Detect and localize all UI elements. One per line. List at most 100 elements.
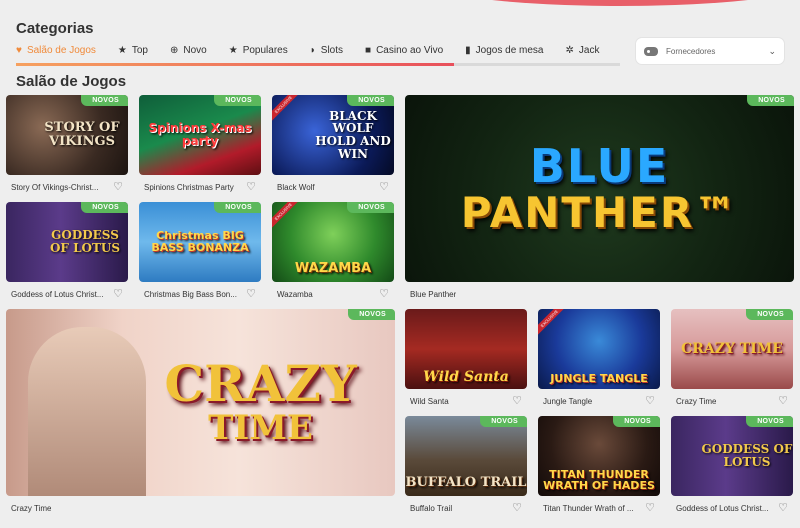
slot-icon: ◗ bbox=[309, 44, 316, 56]
star-icon: ★ bbox=[228, 44, 238, 56]
favorite-heart-icon[interactable]: ♡ bbox=[512, 502, 522, 514]
favorite-heart-icon[interactable]: ♡ bbox=[379, 181, 389, 193]
game-card[interactable]: BLACK WOLF HOLD AND WIN EXCLUSIVE NOVOS … bbox=[272, 95, 394, 195]
new-badge: NOVOS bbox=[347, 95, 394, 106]
favorite-heart-icon[interactable]: ♡ bbox=[778, 395, 788, 407]
new-badge: NOVOS bbox=[747, 95, 794, 106]
game-name: Jungle Tangle bbox=[543, 396, 593, 406]
tab-casino-ao-vivo[interactable]: ■ Casino ao Vivo bbox=[365, 40, 443, 62]
game-name: Crazy Time bbox=[676, 396, 717, 406]
game-art-title: TITAN THUNDER WRATH OF HADES bbox=[543, 467, 655, 493]
game-card[interactable]: TITAN THUNDER WRATH OF HADES NOVOS Titan… bbox=[538, 416, 660, 516]
game-name: Goddess of Lotus Christ... bbox=[11, 289, 104, 299]
game-card[interactable]: Spinions X-mas party NOVOS Spinions Chri… bbox=[139, 95, 261, 195]
game-art-subtitle: TIME bbox=[208, 407, 313, 448]
favorite-heart-icon[interactable]: ♡ bbox=[113, 288, 123, 300]
tab-top[interactable]: ★ Top bbox=[118, 40, 148, 62]
game-thumbnail[interactable]: GODDESS OF LOTUS NOVOS bbox=[6, 202, 128, 282]
game-card[interactable]: JUNGLE TANGLE EXCLUSIVE Jungle Tangle ♡ bbox=[538, 309, 660, 409]
category-tabs: ♥ Salão de Jogos ★ Top ⊕ Novo ★ Populare… bbox=[16, 38, 620, 66]
game-thumbnail[interactable]: CRAZY TIME NOVOS bbox=[671, 309, 793, 389]
game-thumbnail[interactable]: WAZAMBA EXCLUSIVE NOVOS bbox=[272, 202, 394, 282]
new-badge: NOVOS bbox=[348, 309, 395, 320]
game-card-large[interactable]: CRAZY TIME NOVOS Crazy Time bbox=[6, 309, 395, 516]
tab-jogos-de-mesa[interactable]: ▮ Jogos de mesa bbox=[465, 40, 543, 62]
categories-title: Categorias bbox=[16, 20, 94, 37]
game-art-title: BLACK WOLF HOLD AND WIN bbox=[315, 108, 391, 161]
game-thumbnail[interactable]: Spinions X-mas party NOVOS bbox=[139, 95, 261, 175]
chevron-down-icon: ⌄ bbox=[768, 45, 776, 56]
favorite-heart-icon[interactable]: ♡ bbox=[379, 288, 389, 300]
favorite-heart-icon[interactable]: ♡ bbox=[246, 181, 256, 193]
game-thumbnail[interactable]: Wild Santa bbox=[405, 309, 527, 389]
favorite-heart-icon[interactable]: ♡ bbox=[246, 288, 256, 300]
new-badge: NOVOS bbox=[746, 416, 793, 427]
new-badge: NOVOS bbox=[746, 309, 793, 320]
game-art-title: Spinions X-mas party bbox=[148, 121, 252, 148]
game-art-title: CRAZY bbox=[164, 354, 357, 414]
tab-label: Novo bbox=[183, 45, 207, 56]
game-art: CRAZY TIME bbox=[6, 309, 395, 496]
game-name: Buffalo Trail bbox=[410, 503, 453, 513]
favorite-heart-icon[interactable]: ♡ bbox=[645, 395, 655, 407]
game-art-title: JUNGLE TANGLE bbox=[550, 372, 648, 386]
game-art-subtitle: PANTHER™ bbox=[460, 187, 739, 237]
game-card[interactable]: STORY OF VIKINGS NOVOS Story Of Vikings-… bbox=[6, 95, 128, 195]
tab-novo[interactable]: ⊕ Novo bbox=[170, 40, 207, 62]
game-art-title: STORY OF VIKINGS bbox=[44, 120, 120, 149]
tab-label: Slots bbox=[320, 45, 344, 56]
game-thumbnail[interactable]: BLUE PANTHER™ NOVOS bbox=[405, 95, 794, 282]
game-thumbnail[interactable]: Christmas BIG BASS BONANZA NOVOS bbox=[139, 202, 261, 282]
game-thumbnail[interactable]: CRAZY TIME NOVOS bbox=[6, 309, 395, 496]
game-thumbnail[interactable]: GODDESS OF LOTUS NOVOS bbox=[671, 416, 793, 496]
tab-label: Jack bbox=[578, 45, 600, 56]
tab-label: Salão de Jogos bbox=[26, 45, 96, 56]
top-decoration bbox=[430, 0, 800, 6]
tab-salao-de-jogos[interactable]: ♥ Salão de Jogos bbox=[16, 40, 96, 62]
game-card[interactable]: Christmas BIG BASS BONANZA NOVOS Christm… bbox=[139, 202, 261, 302]
game-card[interactable]: GODDESS OF LOTUS NOVOS Goddess of Lotus … bbox=[6, 202, 128, 302]
tab-label: Populares bbox=[242, 45, 288, 56]
plus-circle-icon: ⊕ bbox=[169, 44, 179, 56]
tab-jackpot[interactable]: ✲ Jack bbox=[566, 40, 600, 62]
provider-placeholder: Fornecedores bbox=[666, 46, 716, 56]
camera-icon: ■ bbox=[365, 44, 372, 56]
game-name: Goddess of Lotus Christ... bbox=[676, 503, 769, 513]
game-art-title: Christmas BIG BASS BONANZA bbox=[151, 229, 249, 254]
favorite-heart-icon[interactable]: ♡ bbox=[512, 395, 522, 407]
game-thumbnail[interactable]: STORY OF VIKINGS NOVOS bbox=[6, 95, 128, 175]
tab-label: Jogos de mesa bbox=[475, 45, 544, 56]
game-art-title: WAZAMBA bbox=[294, 261, 372, 277]
tab-label: Casino ao Vivo bbox=[376, 45, 444, 56]
game-thumbnail[interactable]: BLACK WOLF HOLD AND WIN EXCLUSIVE NOVOS bbox=[272, 95, 394, 175]
new-badge: NOVOS bbox=[480, 416, 527, 427]
tab-label: Top bbox=[131, 45, 148, 56]
favorite-heart-icon[interactable]: ♡ bbox=[645, 502, 655, 514]
tab-slots[interactable]: ◗ Slots bbox=[310, 40, 343, 62]
game-card[interactable]: WAZAMBA EXCLUSIVE NOVOS Wazamba ♡ bbox=[272, 202, 394, 302]
star-icon: ★ bbox=[117, 44, 127, 56]
new-badge: NOVOS bbox=[81, 95, 128, 106]
game-name: Crazy Time bbox=[11, 503, 52, 513]
favorite-heart-icon[interactable]: ♡ bbox=[113, 181, 123, 193]
heart-icon: ♥ bbox=[16, 44, 22, 56]
game-card[interactable]: BUFFALO TRAIL NOVOS Buffalo Trail ♡ bbox=[405, 416, 527, 516]
tab-populares[interactable]: ★ Populares bbox=[229, 40, 288, 62]
game-card-large[interactable]: BLUE PANTHER™ NOVOS Blue Panther bbox=[405, 95, 794, 302]
game-thumbnail[interactable]: BUFFALO TRAIL NOVOS bbox=[405, 416, 527, 496]
game-name: Story Of Vikings-Christ... bbox=[11, 182, 99, 192]
gamepad-icon bbox=[644, 46, 658, 56]
game-card[interactable]: Wild Santa Wild Santa ♡ bbox=[405, 309, 527, 409]
game-art: BLUE PANTHER™ bbox=[405, 95, 794, 282]
game-name: Titan Thunder Wrath of ... bbox=[543, 503, 634, 513]
game-thumbnail[interactable]: TITAN THUNDER WRATH OF HADES NOVOS bbox=[538, 416, 660, 496]
game-name: Spinions Christmas Party bbox=[144, 182, 234, 192]
game-name: Black Wolf bbox=[277, 182, 315, 192]
section-title: Salão de Jogos bbox=[16, 73, 127, 90]
game-thumbnail[interactable]: JUNGLE TANGLE EXCLUSIVE bbox=[538, 309, 660, 389]
game-card[interactable]: GODDESS OF LOTUS NOVOS Goddess of Lotus … bbox=[671, 416, 793, 516]
provider-select[interactable]: Fornecedores ⌄ bbox=[636, 38, 784, 64]
game-name: Blue Panther bbox=[410, 289, 457, 299]
favorite-heart-icon[interactable]: ♡ bbox=[778, 502, 788, 514]
game-card[interactable]: CRAZY TIME NOVOS Crazy Time ♡ bbox=[671, 309, 793, 409]
